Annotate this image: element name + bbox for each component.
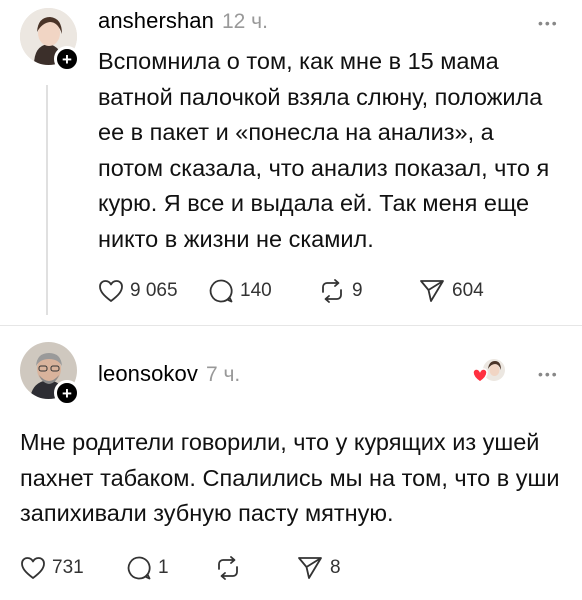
plus-icon: + [62, 383, 72, 403]
like-button[interactable]: 9 065 [98, 278, 208, 304]
reply-count: 140 [240, 280, 272, 301]
reply-button[interactable]: 140 [208, 278, 318, 304]
repost-button[interactable] [214, 555, 296, 581]
share-button[interactable]: 604 [418, 278, 518, 304]
follow-button[interactable]: + [54, 380, 80, 406]
like-count: 9 065 [130, 280, 178, 301]
heart-icon [99, 280, 123, 302]
repost-icon [218, 556, 238, 580]
comment-icon [127, 556, 151, 580]
send-icon [420, 280, 444, 302]
action-bar: 731 1 8 [20, 555, 376, 581]
liked-by-author-icon [472, 356, 508, 386]
post-1: + anshershan 12 ч. ••• Вспомнила о том, … [0, 0, 582, 325]
post-text: Мне родители говорили, что у курящих из … [20, 429, 560, 526]
thread-line [46, 85, 48, 315]
heart-icon [21, 557, 45, 579]
timestamp: 7 ч. [205, 363, 241, 386]
share-count: 8 [330, 557, 341, 578]
username[interactable]: leonsokov [98, 361, 198, 387]
more-options-icon[interactable]: ••• [538, 366, 559, 382]
like-count: 731 [52, 557, 84, 578]
username[interactable]: anshershan [98, 8, 214, 34]
post-header: leonsokov 7 ч. [98, 361, 240, 387]
post-header: anshershan 12 ч. [98, 8, 268, 34]
reply-button[interactable]: 1 [126, 555, 214, 581]
share-count: 604 [452, 280, 484, 301]
reply-count: 1 [158, 557, 169, 578]
plus-icon: + [62, 49, 72, 69]
repost-icon [322, 279, 342, 303]
post-text: Вспомнила о том, как мне в 15 мама ватно… [98, 48, 550, 252]
more-options-icon[interactable]: ••• [538, 15, 559, 31]
comment-icon [209, 279, 233, 303]
repost-button[interactable]: 9 [318, 278, 418, 304]
repost-count: 9 [352, 280, 363, 301]
timestamp: 12 ч. [221, 10, 268, 33]
like-button[interactable]: 731 [20, 555, 126, 581]
post-2: + leonsokov 7 ч. ••• Мне родители говори… [0, 326, 582, 600]
follow-button[interactable]: + [54, 46, 80, 72]
action-bar: 9 065 140 9 604 [98, 278, 518, 304]
share-button[interactable]: 8 [296, 555, 376, 581]
send-icon [298, 557, 322, 579]
